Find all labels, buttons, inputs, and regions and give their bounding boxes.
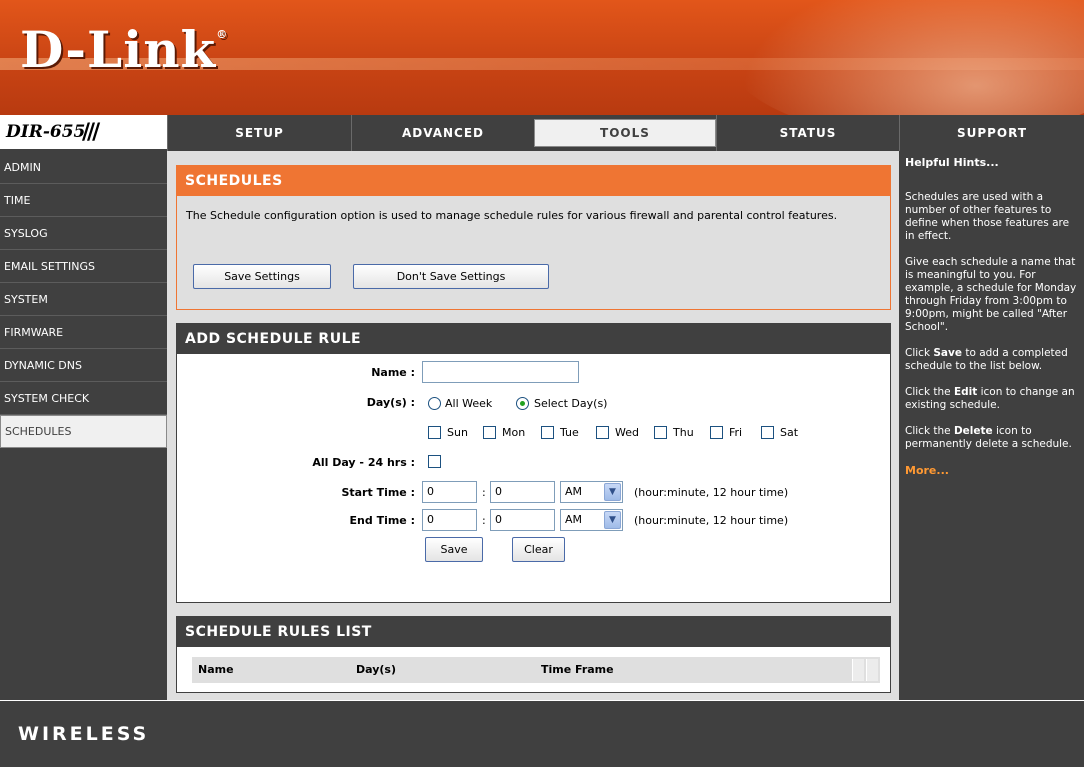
banner-swoosh	[724, 0, 1084, 115]
wed-checkbox[interactable]	[596, 426, 609, 439]
sun-checkbox[interactable]	[428, 426, 441, 439]
tab-support[interactable]: SUPPORT	[899, 115, 1084, 151]
rules-list-header: Name Day(s) Time Frame	[192, 657, 880, 683]
model-name: DIR-655	[6, 122, 86, 142]
sat-label: Sat	[780, 426, 799, 439]
sidebar-menu: ADMIN TIME SYSLOG EMAIL SETTINGS SYSTEM …	[0, 151, 167, 700]
sidebar-item-system[interactable]: SYSTEM	[0, 283, 167, 316]
top-navigation: DIR-655 /// SETUP ADVANCED TOOLS STATUS …	[0, 115, 1084, 151]
sat-checkbox[interactable]	[761, 426, 774, 439]
column-delete	[866, 659, 878, 681]
select-days-radio[interactable]	[516, 397, 529, 410]
start-minute-input[interactable]: 0	[490, 481, 555, 503]
hints-title: Helpful Hints...	[905, 156, 999, 169]
start-time-label: Start Time :	[341, 486, 415, 499]
dlink-logo: D-Link®	[20, 20, 229, 79]
end-time-hint: (hour:minute, 12 hour time)	[634, 514, 789, 527]
start-time-colon: :	[482, 486, 486, 499]
sun-label: Sun	[447, 426, 468, 439]
all-week-label: All Week	[445, 397, 493, 410]
more-link[interactable]: More...	[905, 464, 1078, 477]
days-label: Day(s) :	[366, 396, 415, 409]
sidebar-item-dynamic-dns[interactable]: DYNAMIC DNS	[0, 349, 167, 382]
column-days: Day(s)	[356, 663, 396, 676]
add-schedule-rule-section: ADD SCHEDULE RULE Name : Day(s) : All We…	[176, 323, 891, 603]
model-slashes: ///	[82, 120, 100, 145]
column-name: Name	[198, 663, 234, 676]
hint-paragraph-3: Click Save to add a completed schedule t…	[905, 347, 1068, 372]
tab-advanced[interactable]: ADVANCED	[351, 115, 534, 151]
wed-label: Wed	[615, 426, 639, 439]
chevron-down-icon: ▼	[604, 483, 621, 501]
wireless-logo: WIRELESS	[18, 723, 150, 745]
sidebar-item-time[interactable]: TIME	[0, 184, 167, 217]
hint-paragraph-4: Click the Edit icon to change an existin…	[905, 386, 1075, 411]
schedules-section: SCHEDULES The Schedule configuration opt…	[176, 165, 891, 310]
mon-label: Mon	[502, 426, 526, 439]
all-day-checkbox[interactable]	[428, 455, 441, 468]
column-edit	[852, 659, 864, 681]
all-week-radio[interactable]	[428, 397, 441, 410]
select-days-label: Select Day(s)	[534, 397, 608, 410]
save-settings-button[interactable]: Save Settings	[193, 264, 331, 289]
helpful-hints-panel: Helpful Hints... Schedules are used with…	[899, 151, 1084, 700]
tab-status[interactable]: STATUS	[716, 115, 899, 151]
fri-checkbox[interactable]	[710, 426, 723, 439]
sidebar-item-schedules[interactable]: SCHEDULES	[0, 415, 167, 448]
clear-rule-button[interactable]: Clear	[512, 537, 565, 562]
main-content: SCHEDULES The Schedule configuration opt…	[167, 151, 899, 700]
end-ampm-select[interactable]: AM ▼	[560, 509, 623, 531]
start-ampm-select[interactable]: AM ▼	[560, 481, 623, 503]
column-time-frame: Time Frame	[541, 663, 614, 676]
end-time-colon: :	[482, 514, 486, 527]
tue-checkbox[interactable]	[541, 426, 554, 439]
router-admin-page: D-Link® DIR-655 /// SETUP ADVANCED TOOLS…	[0, 0, 1084, 767]
start-hour-input[interactable]: 0	[422, 481, 477, 503]
footer-bar: WIRELESS	[0, 700, 1084, 767]
start-ampm-value: AM	[565, 485, 583, 498]
start-time-hint: (hour:minute, 12 hour time)	[634, 486, 789, 499]
sidebar-item-admin[interactable]: ADMIN	[0, 151, 167, 184]
end-hour-input[interactable]: 0	[422, 509, 477, 531]
end-ampm-value: AM	[565, 513, 583, 526]
hint-paragraph-5: Click the Delete icon to permanently del…	[905, 425, 1072, 450]
tue-label: Tue	[560, 426, 579, 439]
end-time-label: End Time :	[349, 514, 415, 527]
sidebar-item-system-check[interactable]: SYSTEM CHECK	[0, 382, 167, 415]
fri-label: Fri	[729, 426, 743, 439]
chevron-down-icon: ▼	[604, 511, 621, 529]
schedules-title: SCHEDULES	[177, 166, 890, 196]
header-banner: D-Link®	[0, 0, 1084, 115]
tab-setup[interactable]: SETUP	[167, 115, 351, 151]
schedules-description: The Schedule configuration option is use…	[186, 209, 838, 222]
name-input[interactable]	[422, 361, 579, 383]
mon-checkbox[interactable]	[483, 426, 496, 439]
hint-paragraph-1: Schedules are used with a number of othe…	[905, 191, 1070, 242]
dont-save-settings-button[interactable]: Don't Save Settings	[353, 264, 549, 289]
schedule-rules-list-section: SCHEDULE RULES LIST Name Day(s) Time Fra…	[176, 616, 891, 693]
name-label: Name :	[371, 366, 415, 379]
add-rule-title: ADD SCHEDULE RULE	[177, 324, 890, 354]
model-badge: DIR-655 ///	[0, 115, 167, 151]
tab-tools[interactable]: TOOLS	[534, 119, 716, 147]
hint-paragraph-2: Give each schedule a name that is meanin…	[905, 256, 1077, 333]
thu-label: Thu	[673, 426, 694, 439]
registered-mark: ®	[216, 28, 229, 41]
thu-checkbox[interactable]	[654, 426, 667, 439]
end-minute-input[interactable]: 0	[490, 509, 555, 531]
save-rule-button[interactable]: Save	[425, 537, 483, 562]
sidebar-item-syslog[interactable]: SYSLOG	[0, 217, 167, 250]
sidebar-item-email-settings[interactable]: EMAIL SETTINGS	[0, 250, 167, 283]
sidebar-item-firmware[interactable]: FIRMWARE	[0, 316, 167, 349]
rules-list-title: SCHEDULE RULES LIST	[177, 617, 890, 647]
all-day-label: All Day - 24 hrs :	[312, 456, 415, 469]
